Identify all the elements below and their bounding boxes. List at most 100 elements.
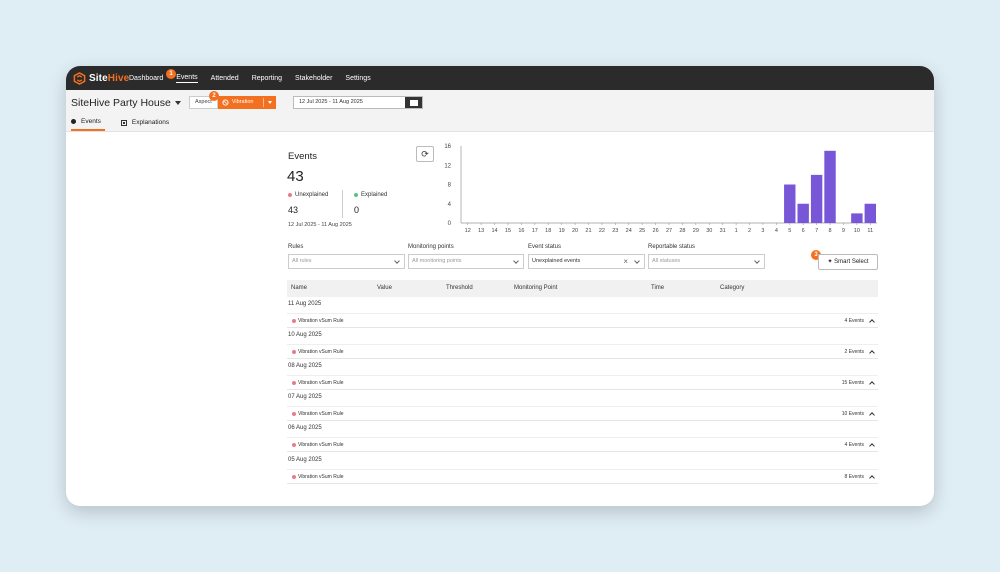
group-date: 07 Aug 2025 bbox=[288, 394, 322, 400]
chart-bar bbox=[810, 174, 823, 223]
rule-name: Vibration vSum Rule bbox=[292, 474, 344, 480]
explanations-icon bbox=[120, 119, 127, 126]
chart-bar bbox=[851, 213, 863, 223]
calendar-icon bbox=[409, 99, 418, 106]
chevron-up-icon[interactable] bbox=[869, 412, 875, 418]
dropdown-divider bbox=[262, 98, 264, 107]
rules-label: Rules bbox=[288, 244, 304, 250]
nav-dashboard[interactable]: Dashboard bbox=[129, 75, 163, 82]
y-tick-label: 16 bbox=[444, 144, 451, 150]
x-tick-label: 17 bbox=[532, 228, 538, 234]
event-count: 8 Events bbox=[844, 474, 864, 480]
y-tick-label: 0 bbox=[448, 221, 452, 227]
logo-text: SiteHive bbox=[89, 72, 130, 84]
table-header: Name Value Threshold Monitoring Point Ti… bbox=[287, 280, 878, 297]
sitehive-logo[interactable]: SiteHive bbox=[73, 70, 129, 86]
nav-events[interactable]: Events bbox=[176, 74, 198, 83]
monitoring-select[interactable]: All monitoring points bbox=[408, 254, 524, 269]
site-selector[interactable]: SiteHive Party House bbox=[71, 97, 181, 109]
chart-bar bbox=[864, 203, 876, 223]
rule-name: Vibration vSum Rule bbox=[292, 318, 344, 324]
refresh-button[interactable]: ⟳ bbox=[416, 146, 434, 162]
explained-value: 0 bbox=[354, 205, 360, 215]
x-tick-label: 29 bbox=[693, 228, 699, 234]
x-tick-label: 3 bbox=[761, 228, 764, 234]
x-tick-label: 14 bbox=[491, 228, 497, 234]
date-range-value: 12 Jul 2025 - 11 Aug 2025 bbox=[299, 99, 363, 105]
status-dot-icon bbox=[292, 381, 296, 385]
aspect-selector: Aspect Vibration bbox=[189, 96, 276, 109]
clear-icon[interactable]: × bbox=[623, 255, 628, 268]
nav-attended[interactable]: Attended bbox=[211, 75, 239, 82]
tab-events[interactable]: Events bbox=[71, 118, 105, 131]
y-tick-label: 12 bbox=[444, 163, 451, 169]
tab-explanations[interactable]: Explanations bbox=[120, 118, 169, 131]
site-name: SiteHive Party House bbox=[71, 97, 171, 109]
chevron-down-icon bbox=[754, 258, 760, 264]
col-threshold[interactable]: Threshold bbox=[446, 285, 473, 291]
unexplained-value: 43 bbox=[288, 205, 299, 215]
x-tick-label: 4 bbox=[775, 228, 778, 234]
reportable-select[interactable]: All statuses bbox=[648, 254, 765, 269]
y-tick-label: 4 bbox=[448, 202, 452, 208]
chevron-down-icon bbox=[394, 258, 400, 264]
group-date: 05 Aug 2025 bbox=[288, 457, 322, 463]
x-tick-label: 11 bbox=[867, 228, 873, 234]
nav-reporting[interactable]: Reporting bbox=[252, 75, 282, 82]
chart-bar bbox=[784, 184, 796, 223]
event-count: 15 Events bbox=[841, 380, 864, 386]
status-dot-icon bbox=[292, 412, 296, 416]
hive-logo-icon bbox=[73, 71, 86, 85]
table-row[interactable]: Vibration vSum Rule 4 Events bbox=[287, 313, 878, 328]
y-tick-label: 8 bbox=[448, 183, 452, 189]
status-select[interactable]: Unexplained events × bbox=[528, 254, 645, 269]
table-row[interactable]: Vibration vSum Rule 15 Events bbox=[287, 375, 878, 390]
chevron-up-icon[interactable] bbox=[869, 475, 875, 481]
group-date: 10 Aug 2025 bbox=[288, 332, 322, 338]
nav-stakeholder[interactable]: Stakeholder bbox=[295, 75, 332, 82]
col-value[interactable]: Value bbox=[377, 285, 392, 291]
vibration-icon bbox=[222, 99, 229, 106]
x-tick-label: 23 bbox=[612, 228, 618, 234]
status-dot-icon bbox=[292, 475, 296, 479]
nav-settings[interactable]: Settings bbox=[345, 75, 370, 82]
col-category[interactable]: Category bbox=[720, 285, 744, 291]
rule-name: Vibration vSum Rule bbox=[292, 411, 344, 417]
event-count: 4 Events bbox=[844, 442, 864, 448]
date-range-input[interactable]: 12 Jul 2025 - 11 Aug 2025 bbox=[293, 96, 423, 109]
group-date: 11 Aug 2025 bbox=[288, 301, 322, 307]
aspect-dropdown[interactable]: Vibration bbox=[217, 96, 276, 109]
col-time[interactable]: Time bbox=[651, 285, 664, 291]
events-dot-icon bbox=[71, 119, 76, 124]
x-tick-label: 24 bbox=[626, 228, 632, 234]
table-row[interactable]: Vibration vSum Rule 4 Events bbox=[287, 437, 878, 452]
chevron-up-icon[interactable] bbox=[869, 443, 875, 449]
smart-select-button[interactable]: ✦ Smart Select bbox=[818, 254, 878, 270]
chevron-down-icon bbox=[174, 101, 181, 105]
unexplained-label-text: Unexplained bbox=[295, 192, 329, 198]
rules-placeholder: All rules bbox=[292, 258, 312, 264]
table-row[interactable]: Vibration vSum Rule 8 Events bbox=[287, 469, 878, 484]
app-window: SiteHive Dashboard Events Attended Repor… bbox=[66, 66, 934, 506]
page-tabs: Events Explanations bbox=[71, 118, 169, 131]
rules-select[interactable]: All rules bbox=[288, 254, 405, 269]
monitoring-label: Monitoring points bbox=[408, 244, 454, 250]
monitoring-placeholder: All monitoring points bbox=[412, 258, 462, 264]
status-dot-icon bbox=[292, 319, 296, 323]
explained-label-text: Explained bbox=[361, 192, 388, 198]
step-badge-1: 1 bbox=[166, 69, 176, 79]
event-count: 2 Events bbox=[844, 349, 864, 355]
chevron-up-icon[interactable] bbox=[869, 350, 875, 356]
events-title: Events bbox=[288, 151, 318, 162]
x-tick-label: 12 bbox=[465, 228, 471, 234]
x-tick-label: 31 bbox=[720, 228, 726, 234]
unexplained-dot-icon bbox=[288, 193, 292, 197]
table-row[interactable]: Vibration vSum Rule 10 Events bbox=[287, 406, 878, 421]
calendar-button[interactable] bbox=[405, 97, 422, 108]
chevron-up-icon[interactable] bbox=[869, 381, 875, 387]
chevron-up-icon[interactable] bbox=[869, 319, 875, 325]
col-name[interactable]: Name bbox=[291, 285, 307, 291]
col-monitoring-point[interactable]: Monitoring Point bbox=[514, 285, 557, 291]
table-row[interactable]: Vibration vSum Rule 2 Events bbox=[287, 344, 878, 359]
top-nav-bar: SiteHive Dashboard Events Attended Repor… bbox=[66, 66, 934, 90]
